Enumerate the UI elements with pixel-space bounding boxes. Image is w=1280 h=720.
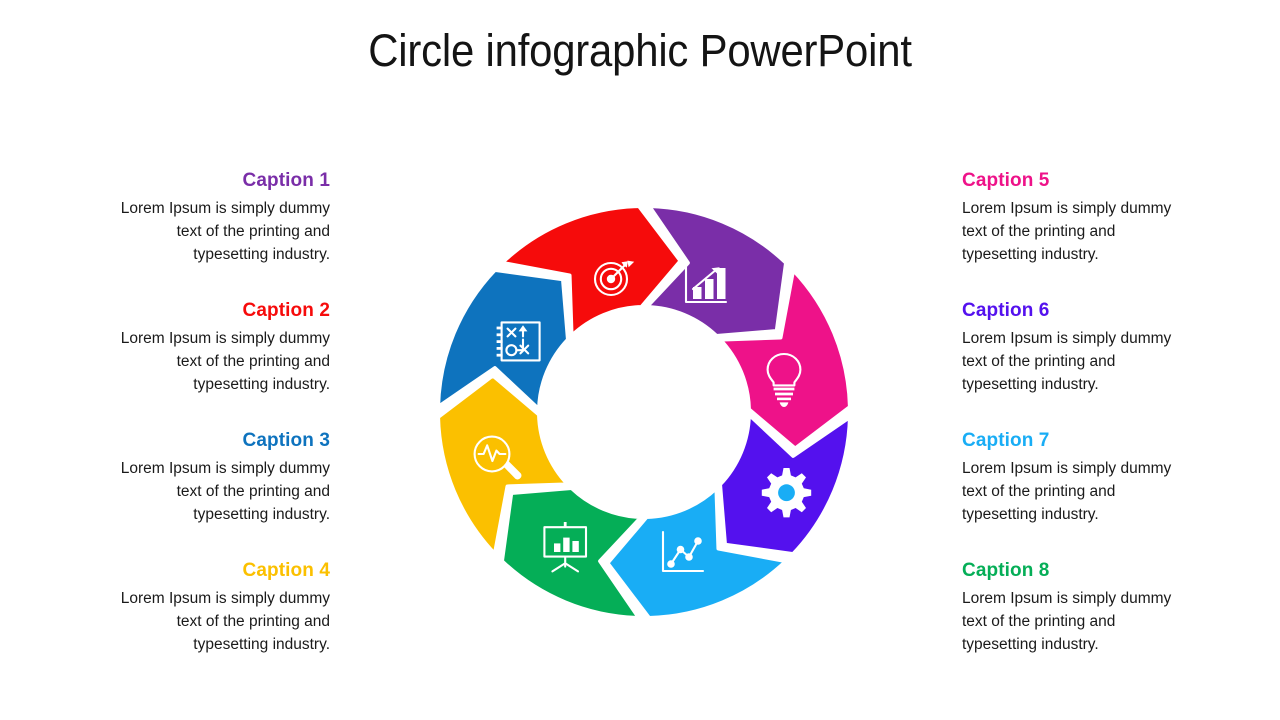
circle-infographic-wheel (432, 200, 856, 624)
caption-block-1: Caption 1 Lorem Ipsum is simply dummy te… (115, 168, 330, 298)
caption-block-4: Caption 4 Lorem Ipsum is simply dummy te… (115, 558, 330, 688)
wheel-segments (436, 204, 852, 620)
caption-title-2: Caption 2 (242, 300, 330, 321)
caption-title-4: Caption 4 (242, 560, 330, 581)
right-caption-column: Caption 5 Lorem Ipsum is simply dummy te… (962, 168, 1177, 688)
caption-block-3: Caption 3 Lorem Ipsum is simply dummy te… (115, 428, 330, 558)
slide-canvas: Circle infographic PowerPoint Caption 1 … (0, 0, 1280, 720)
caption-body-4: Lorem Ipsum is simply dummy text of the … (120, 590, 330, 653)
caption-block-5: Caption 5 Lorem Ipsum is simply dummy te… (962, 168, 1177, 298)
left-caption-column: Caption 1 Lorem Ipsum is simply dummy te… (115, 168, 330, 688)
caption-body-1: Lorem Ipsum is simply dummy text of the … (120, 200, 330, 263)
caption-body-3: Lorem Ipsum is simply dummy text of the … (120, 460, 330, 523)
caption-title-6: Caption 6 (962, 300, 1050, 321)
caption-block-7: Caption 7 Lorem Ipsum is simply dummy te… (962, 428, 1177, 558)
caption-body-7: Lorem Ipsum is simply dummy text of the … (962, 460, 1172, 523)
caption-block-8: Caption 8 Lorem Ipsum is simply dummy te… (962, 558, 1177, 688)
gear-icon (761, 468, 812, 518)
caption-block-6: Caption 6 Lorem Ipsum is simply dummy te… (962, 298, 1177, 428)
caption-body-2: Lorem Ipsum is simply dummy text of the … (120, 330, 330, 393)
caption-title-3: Caption 3 (242, 430, 330, 451)
page-title: Circle infographic PowerPoint (368, 25, 912, 76)
caption-title-5: Caption 5 (962, 170, 1050, 191)
caption-title-1: Caption 1 (242, 170, 330, 191)
caption-title-7: Caption 7 (962, 430, 1050, 451)
caption-title-8: Caption 8 (962, 560, 1050, 581)
caption-body-6: Lorem Ipsum is simply dummy text of the … (962, 330, 1172, 393)
caption-body-8: Lorem Ipsum is simply dummy text of the … (962, 590, 1172, 653)
caption-body-5: Lorem Ipsum is simply dummy text of the … (962, 200, 1172, 263)
caption-block-2: Caption 2 Lorem Ipsum is simply dummy te… (115, 298, 330, 428)
